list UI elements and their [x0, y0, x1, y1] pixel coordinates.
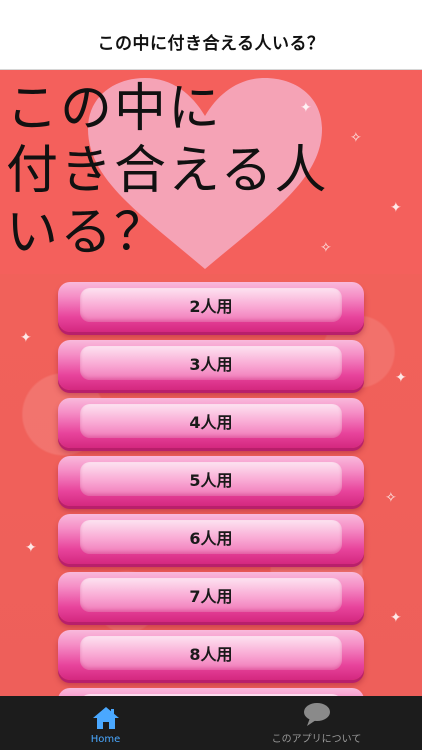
nav-title: この中に付き合える人いる？ [97, 34, 325, 54]
menu-button-5-players[interactable]: 5人用 [58, 456, 364, 506]
sparkle-icon: ✦ [395, 370, 407, 386]
tab-label: このアプリについて [271, 734, 362, 745]
menu-button-label: 4人用 [189, 413, 233, 432]
menu-button-label: 7人用 [189, 587, 233, 606]
menu-button-label: 6人用 [189, 529, 233, 548]
menu-button-label: 3人用 [189, 355, 233, 374]
tab-bar: Home このアプリについて [0, 696, 422, 750]
sparkle-icon: ✦ [390, 610, 402, 626]
menu-button-partial[interactable] [58, 688, 364, 696]
menu-button-label: 8人用 [189, 645, 233, 664]
chat-bubble-icon [303, 703, 330, 726]
menu-button-label: 2人用 [189, 297, 233, 316]
home-icon [92, 707, 119, 729]
menu-button-4-players[interactable]: 4人用 [58, 398, 364, 448]
tab-home[interactable]: Home [0, 696, 211, 750]
sparkle-icon: ✦ [20, 330, 32, 346]
menu-button-6-players[interactable]: 6人用 [58, 514, 364, 564]
main-content[interactable]: ✦ ✧ ✦ ✧ この中に 付き合える人 いる？ ✦ ✦ ✧ ✦ ✦ 2人用 3人… [0, 70, 422, 696]
menu-button-3-players[interactable]: 3人用 [58, 340, 364, 390]
sparkle-icon: ✦ [25, 540, 37, 556]
menu-button-2-players[interactable]: 2人用 [58, 282, 364, 332]
menu-button-8-players[interactable]: 8人用 [58, 630, 364, 680]
menu-button-label: 5人用 [189, 471, 233, 490]
navigation-bar: この中に付き合える人いる？ [0, 0, 422, 70]
sparkle-icon: ✧ [385, 490, 397, 506]
tab-label: Home [90, 734, 121, 745]
tab-about-app[interactable]: このアプリについて [211, 696, 422, 750]
hero-banner: ✦ ✧ ✦ ✧ この中に 付き合える人 いる？ [0, 70, 422, 274]
hero-title: この中に 付き合える人 いる？ [6, 79, 329, 263]
menu-button-7-players[interactable]: 7人用 [58, 572, 364, 622]
